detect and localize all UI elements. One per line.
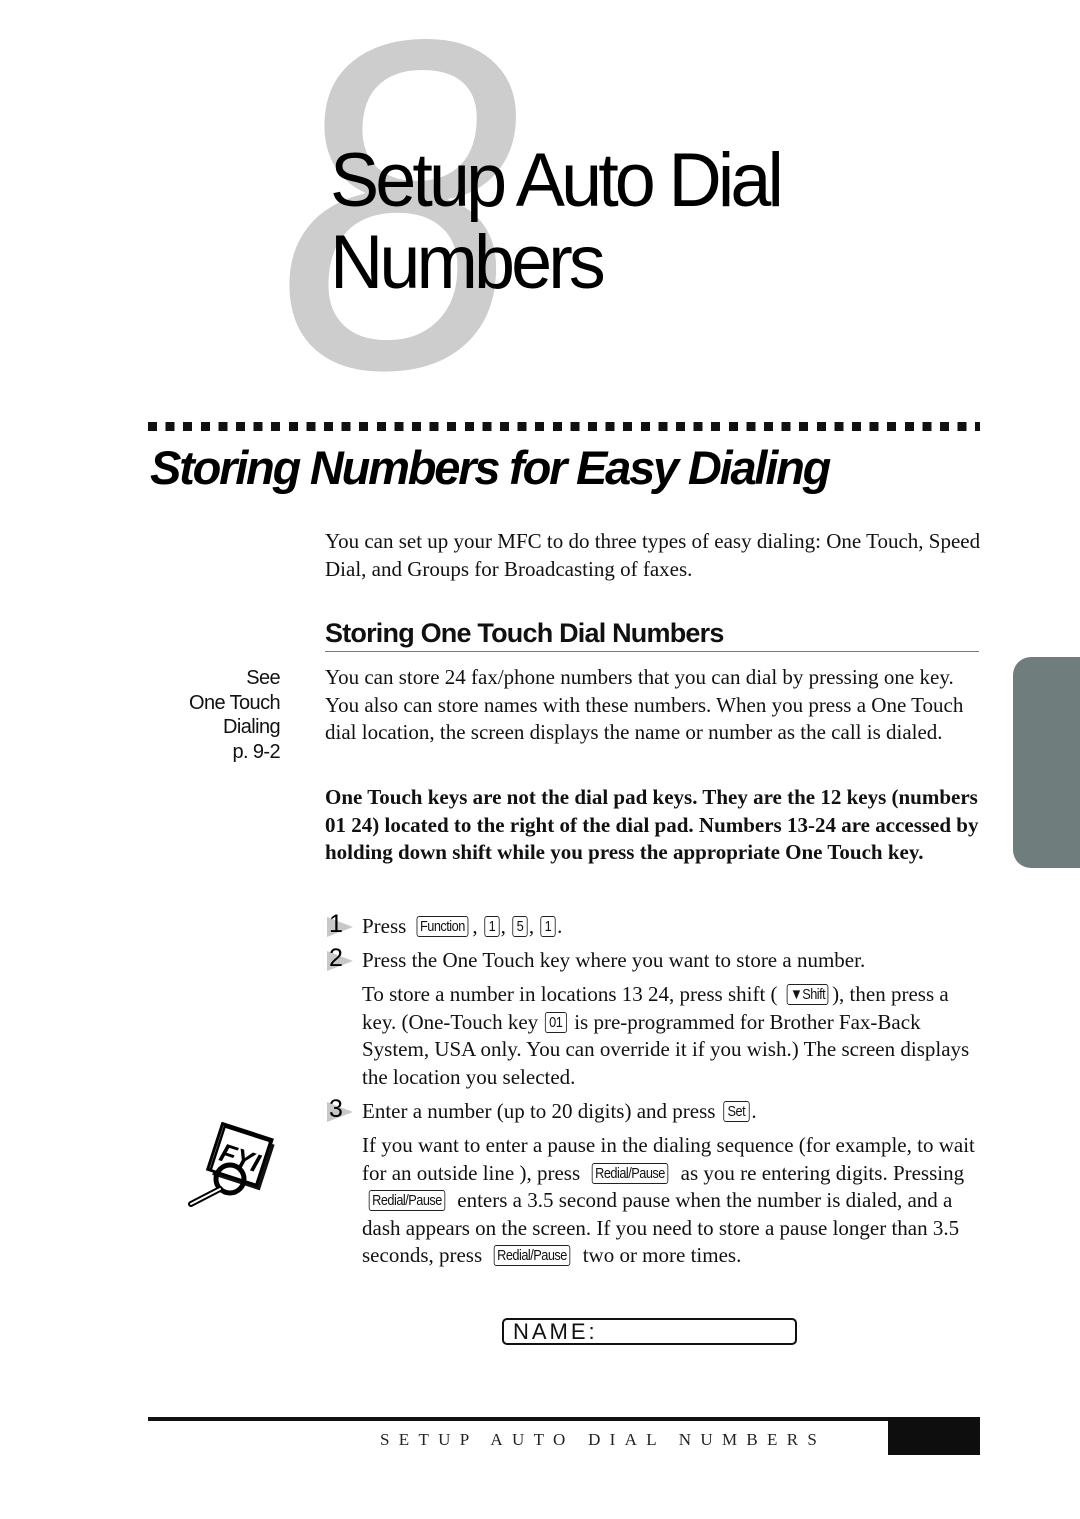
step-2: 2 Press the One Touch key where you want… [325,944,985,977]
function-key: Function [416,916,468,937]
step-marker: 1 [325,910,357,941]
one-touch-key-01: 01 [545,1011,568,1033]
step-text-part: Press [362,914,412,938]
lcd-display: NAME: [502,1318,797,1345]
key-1: 1 [484,916,500,937]
step-number: 1 [329,910,343,938]
footer-rule [148,1417,980,1421]
chapter-thumb-tab [1013,657,1080,868]
step-number: 2 [329,944,343,972]
redial-pause-key: Redial/Pause [494,1245,571,1266]
step-text-part: Enter a number (up to 20 digits) and pre… [362,1099,721,1123]
set-key: Set [722,1101,750,1122]
detail-text: two or more times. [577,1243,742,1267]
detail-text: To store a number in locations 13 24, pr… [362,982,783,1006]
shift-key: ▼Shift [786,984,829,1005]
fyi-magnifier-icon: FYI [188,1122,275,1207]
step-text: Press the One Touch key where you want t… [362,948,866,972]
sidenote-line: Dialing [223,716,281,738]
step-3: 3 Enter a number (up to 20 digits) and p… [325,1095,987,1128]
chapter-title-line1: Setup Auto Dial [330,138,784,223]
one-touch-note-bold: One Touch keys are not the dial pad keys… [325,785,979,864]
step-marker: 2 [325,944,357,975]
running-footer-title: SETUP AUTO DIAL NUMBERS [380,1430,827,1449]
step-text-part: . [557,914,563,938]
key-1: 1 [540,916,556,937]
step-number: 3 [329,1095,343,1123]
step-text: Enter a number (up to 20 digits) and pre… [362,1098,987,1126]
section-title: Storing Numbers for Easy Dialing [150,441,831,494]
cross-reference-note: See One Touch Dialing p. 9-2 [189,666,281,764]
one-touch-description: You can store 24 fax/phone numbers that … [325,665,964,744]
step-2-detail: To store a number in locations 13 24, pr… [362,981,987,1091]
redial-pause-key: Redial/Pause [368,1190,446,1211]
detail-text: as you re entering digits. Pressing [675,1160,965,1185]
sidenote-line: See [246,667,280,689]
step-3-detail: If you want to enter a pause in the dial… [362,1132,987,1270]
step-1: 1 Press Function, 1, 5, 1. [325,910,985,943]
key-5: 5 [512,916,528,937]
redial-pause-key: Redial/Pause [592,1162,669,1184]
sidenote-line: p. 9-2 [232,740,280,763]
step-text: Press Function, 1, 5, 1. [362,914,563,938]
chapter-title: Setup Auto Dial Numbers [330,138,784,305]
chapter-title-line2: Numbers [330,220,606,305]
subsection-title: Storing One Touch Dial Numbers [325,618,979,652]
sidenote-line: One Touch [189,691,281,714]
step-marker: 3 [325,1095,357,1126]
page-number-block [888,1417,980,1455]
intro-paragraph: You can set up your MFC to do three type… [325,529,981,581]
dotted-divider [148,422,980,431]
step-text-part: . [751,1099,757,1123]
